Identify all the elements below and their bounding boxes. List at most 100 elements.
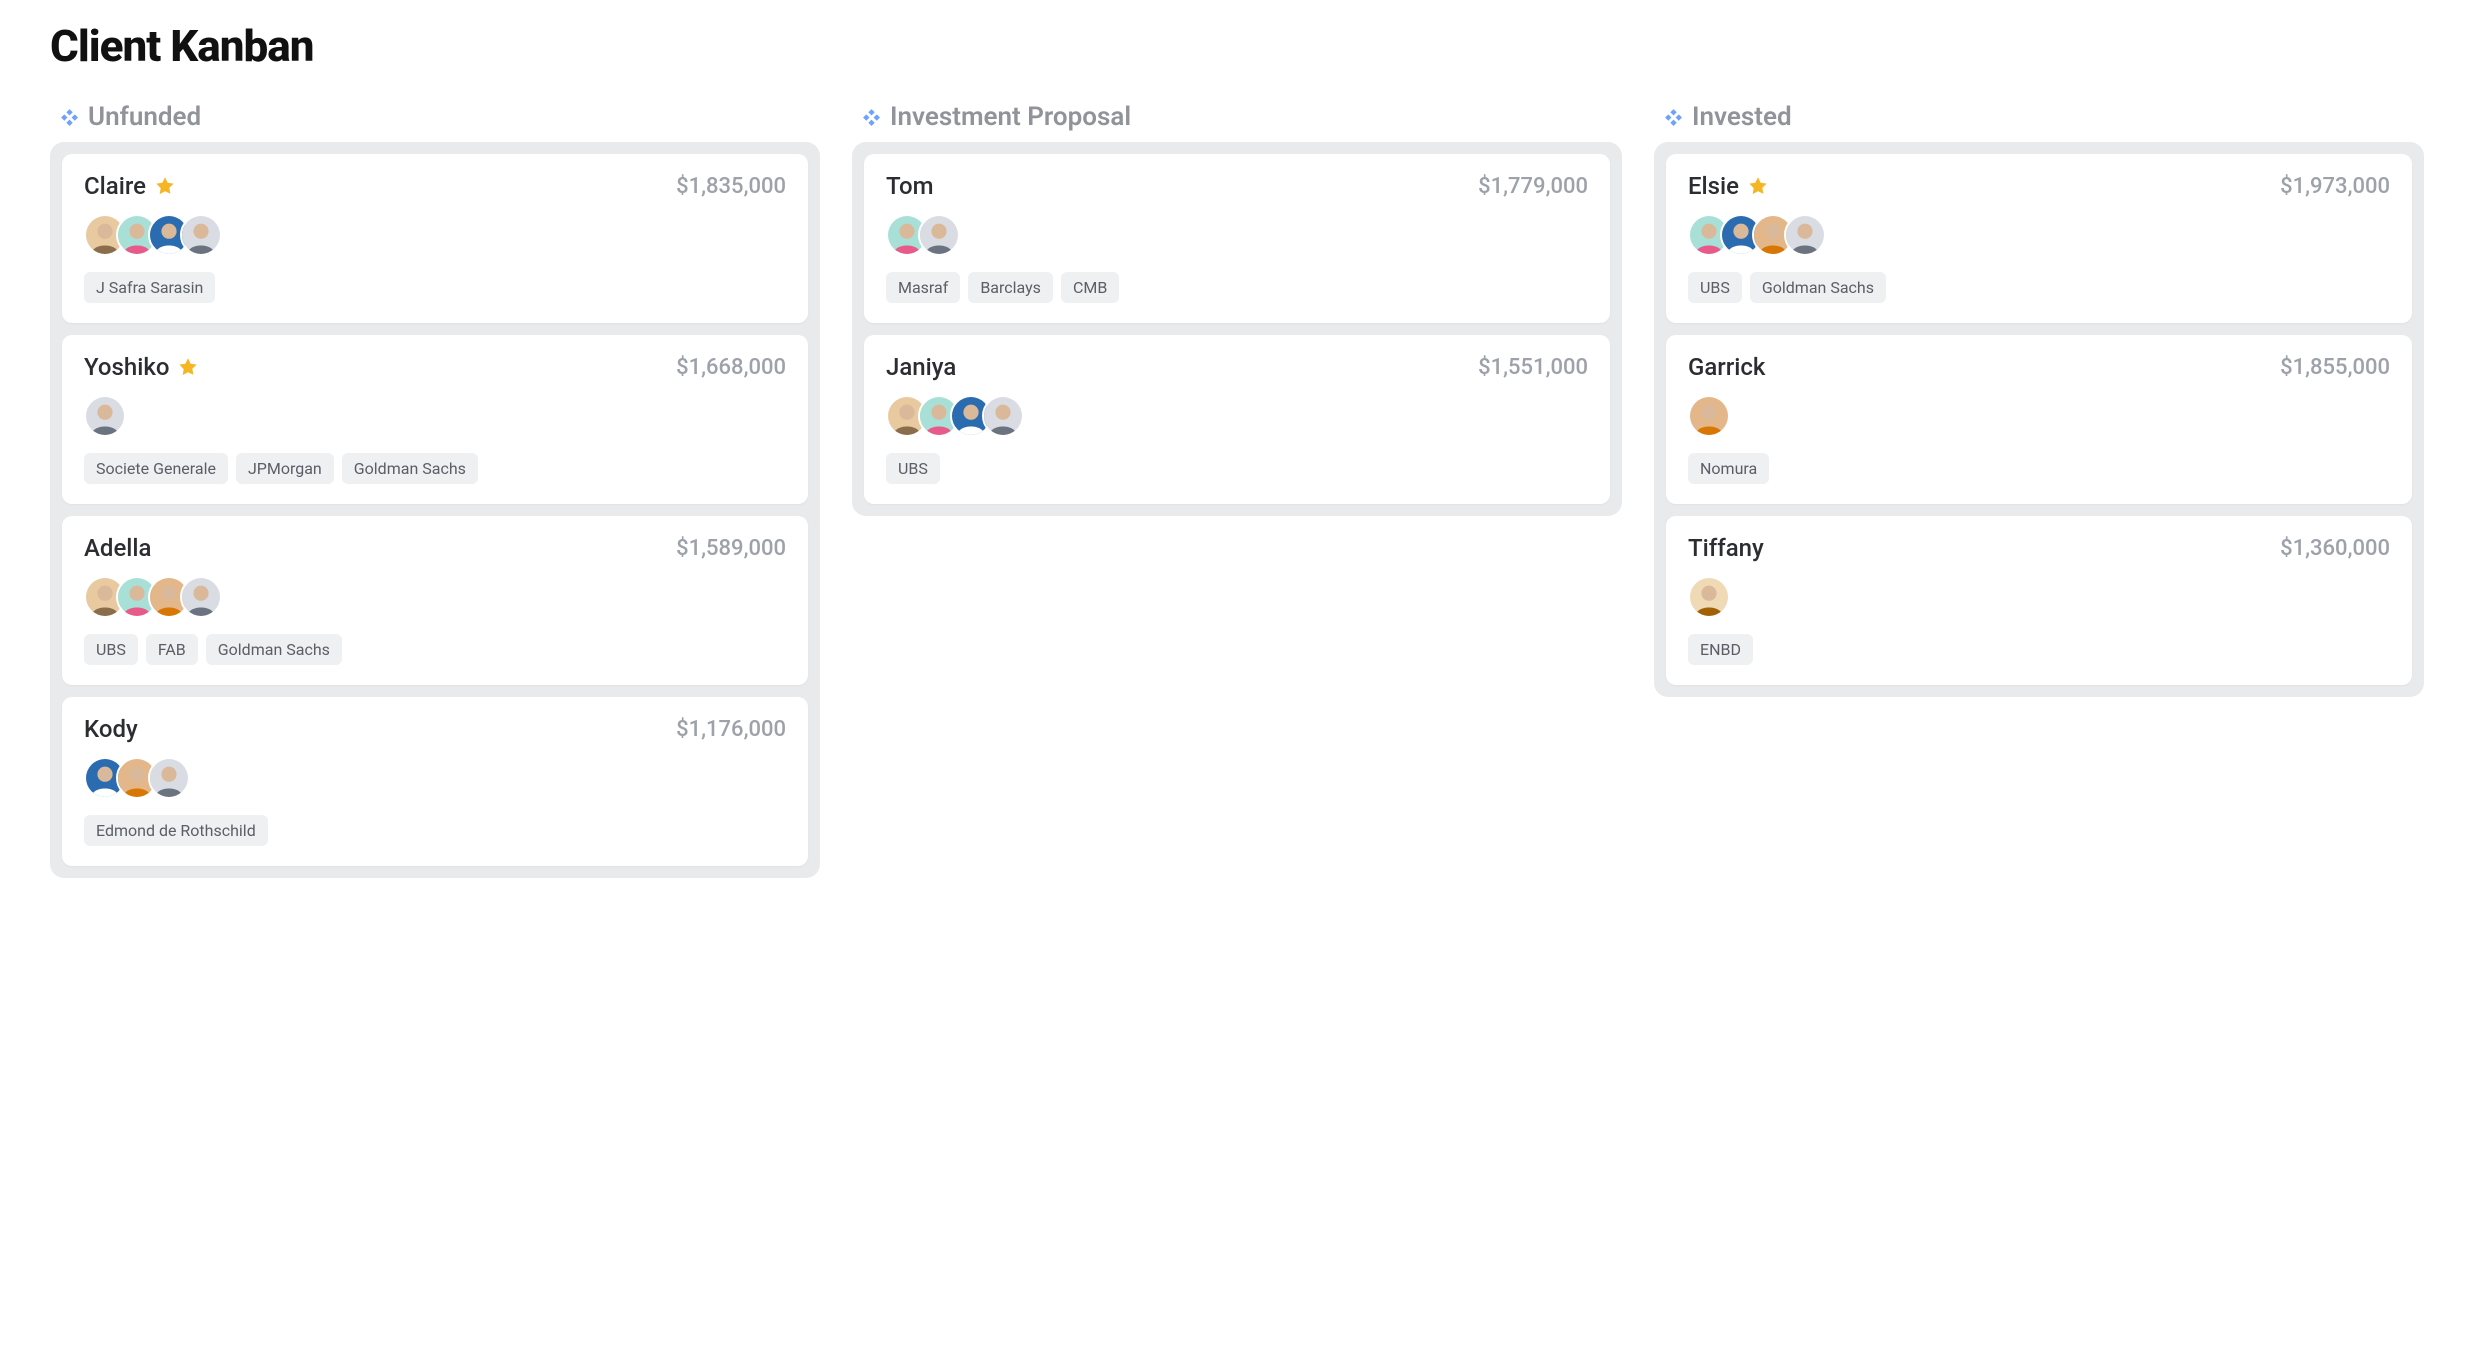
kanban-column: Investment Proposal Tom $1,779,000 Masraf B…	[852, 102, 1622, 878]
client-amount: $1,973,000	[2280, 174, 2390, 199]
tag-list: UBS FAB Goldman Sachs	[84, 634, 786, 665]
client-name: Claire	[84, 172, 146, 200]
tag-list: UBS	[886, 453, 1588, 484]
tag-list: UBS Goldman Sachs	[1688, 272, 2390, 303]
card-header: Claire $1,835,000	[84, 172, 786, 200]
card-header: Janiya $1,551,000	[886, 353, 1588, 381]
client-amount: $1,551,000	[1478, 355, 1588, 380]
client-card[interactable]: Tom $1,779,000 Masraf Barclays CMB	[864, 154, 1610, 323]
column-body[interactable]: Elsie $1,973,000 UBS Goldman Sachs Garrick…	[1654, 142, 2424, 697]
diamond-icon	[862, 108, 880, 126]
client-card[interactable]: Tiffany $1,360,000 ENBD	[1666, 516, 2412, 685]
avatar[interactable]	[180, 576, 222, 618]
tag[interactable]: JPMorgan	[236, 453, 334, 484]
card-header: Tiffany $1,360,000	[1688, 534, 2390, 562]
client-card[interactable]: Yoshiko $1,668,000 Societe Generale JPMor…	[62, 335, 808, 504]
tag-list: ENBD	[1688, 634, 2390, 665]
avatar[interactable]	[180, 214, 222, 256]
client-card[interactable]: Janiya $1,551,000 UBS	[864, 335, 1610, 504]
card-name-wrap: Janiya	[886, 353, 956, 381]
column-body[interactable]: Tom $1,779,000 Masraf Barclays CMB Janiya $1,…	[852, 142, 1622, 516]
card-header: Adella $1,589,000	[84, 534, 786, 562]
client-amount: $1,668,000	[676, 355, 786, 380]
client-amount: $1,855,000	[2280, 355, 2390, 380]
client-card[interactable]: Elsie $1,973,000 UBS Goldman Sachs	[1666, 154, 2412, 323]
tag[interactable]: Goldman Sachs	[206, 634, 342, 665]
client-card[interactable]: Claire $1,835,000 J Safra Sarasin	[62, 154, 808, 323]
star-icon	[1747, 175, 1769, 197]
kanban-board: Unfunded Claire $1,835,000 J Safra Sarasi…	[50, 102, 2424, 878]
card-header: Garrick $1,855,000	[1688, 353, 2390, 381]
column-title: Unfunded	[88, 102, 201, 132]
kanban-column: Unfunded Claire $1,835,000 J Safra Sarasi…	[50, 102, 820, 878]
avatar[interactable]	[982, 395, 1024, 437]
client-name: Tiffany	[1688, 534, 1764, 562]
card-header: Elsie $1,973,000	[1688, 172, 2390, 200]
tag-list: Nomura	[1688, 453, 2390, 484]
client-card[interactable]: Garrick $1,855,000 Nomura	[1666, 335, 2412, 504]
tag-list: Masraf Barclays CMB	[886, 272, 1588, 303]
card-name-wrap: Claire	[84, 172, 176, 200]
card-name-wrap: Kody	[84, 715, 138, 743]
client-card[interactable]: Kody $1,176,000 Edmond de Rothschild	[62, 697, 808, 866]
tag-list: J Safra Sarasin	[84, 272, 786, 303]
avatar-group	[1688, 214, 2390, 256]
card-header: Yoshiko $1,668,000	[84, 353, 786, 381]
tag[interactable]: CMB	[1061, 272, 1119, 303]
client-name: Elsie	[1688, 172, 1739, 200]
avatar[interactable]	[148, 757, 190, 799]
tag[interactable]: UBS	[886, 453, 940, 484]
tag[interactable]: Goldman Sachs	[342, 453, 478, 484]
column-header: Investment Proposal	[852, 102, 1622, 142]
card-name-wrap: Adella	[84, 534, 151, 562]
card-name-wrap: Elsie	[1688, 172, 1769, 200]
client-amount: $1,589,000	[676, 536, 786, 561]
tag[interactable]: Societe Generale	[84, 453, 228, 484]
tag[interactable]: Edmond de Rothschild	[84, 815, 268, 846]
avatar[interactable]	[1688, 576, 1730, 618]
diamond-icon	[1664, 108, 1682, 126]
star-icon	[177, 356, 199, 378]
avatar[interactable]	[918, 214, 960, 256]
card-name-wrap: Garrick	[1688, 353, 1765, 381]
tag[interactable]: FAB	[146, 634, 198, 665]
column-header: Unfunded	[50, 102, 820, 142]
column-title: Invested	[1692, 102, 1792, 132]
card-name-wrap: Yoshiko	[84, 353, 199, 381]
client-name: Tom	[886, 172, 934, 200]
avatar[interactable]	[84, 395, 126, 437]
avatar-group	[886, 395, 1588, 437]
avatar-group	[1688, 576, 2390, 618]
avatar-group	[84, 214, 786, 256]
tag[interactable]: ENBD	[1688, 634, 1753, 665]
tag[interactable]: J Safra Sarasin	[84, 272, 215, 303]
tag[interactable]: UBS	[84, 634, 138, 665]
tag[interactable]: Masraf	[886, 272, 960, 303]
card-header: Kody $1,176,000	[84, 715, 786, 743]
tag-list: Societe Generale JPMorgan Goldman Sachs	[84, 453, 786, 484]
card-name-wrap: Tiffany	[1688, 534, 1764, 562]
client-amount: $1,360,000	[2280, 536, 2390, 561]
avatar-group	[84, 395, 786, 437]
avatar-group	[1688, 395, 2390, 437]
column-header: Invested	[1654, 102, 2424, 142]
tag[interactable]: Goldman Sachs	[1750, 272, 1886, 303]
tag[interactable]: Nomura	[1688, 453, 1769, 484]
column-body[interactable]: Claire $1,835,000 J Safra SarasinYoshiko…	[50, 142, 820, 878]
avatar[interactable]	[1784, 214, 1826, 256]
card-name-wrap: Tom	[886, 172, 934, 200]
client-name: Adella	[84, 534, 151, 562]
client-name: Kody	[84, 715, 138, 743]
card-header: Tom $1,779,000	[886, 172, 1588, 200]
avatar-group	[84, 576, 786, 618]
tag[interactable]: UBS	[1688, 272, 1742, 303]
client-card[interactable]: Adella $1,589,000 UBS FAB Goldman Sachs	[62, 516, 808, 685]
page-title: Client Kanban	[50, 20, 2424, 72]
tag[interactable]: Barclays	[968, 272, 1053, 303]
client-name: Yoshiko	[84, 353, 169, 381]
avatar[interactable]	[1688, 395, 1730, 437]
avatar-group	[886, 214, 1588, 256]
avatar-group	[84, 757, 786, 799]
client-amount: $1,176,000	[676, 717, 786, 742]
client-amount: $1,779,000	[1478, 174, 1588, 199]
